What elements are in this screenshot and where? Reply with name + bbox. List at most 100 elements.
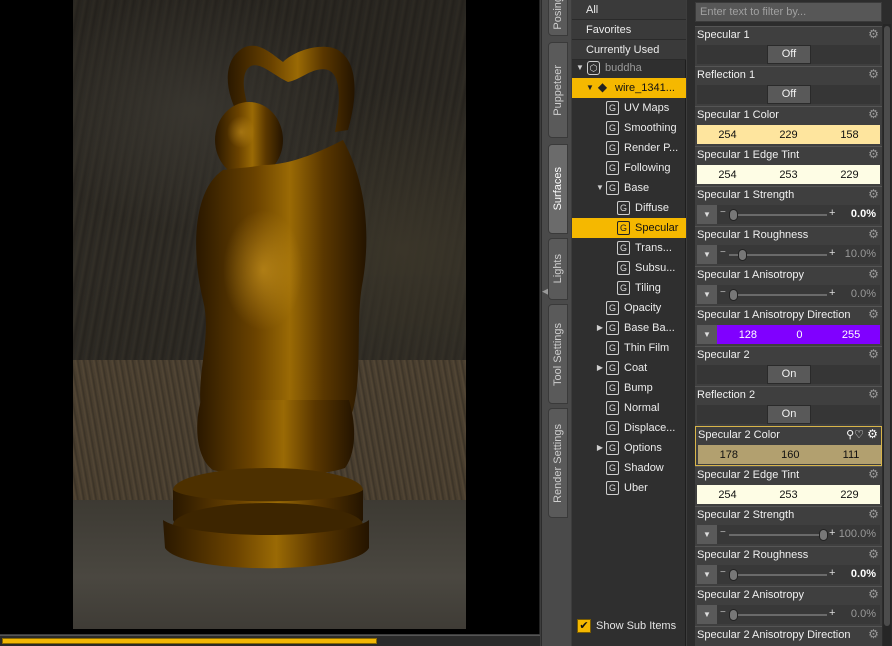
increment-icon[interactable]: + <box>829 247 835 259</box>
tree-node-surface[interactable]: G Following <box>572 158 686 178</box>
gear-icon[interactable]: ⚙ <box>867 588 880 601</box>
slider-value[interactable]: 10.0% <box>845 248 876 260</box>
dropdown-arrow-icon[interactable]: ▼ <box>697 285 717 304</box>
slider[interactable]: ▼ − +100.0% <box>697 525 880 544</box>
tree-node-surface[interactable]: ▶ G Options <box>572 438 686 458</box>
property-reflection-2[interactable]: Reflection 2 ⚙ On <box>695 386 882 426</box>
blue-value[interactable]: 229 <box>840 169 858 181</box>
vector-component-value[interactable]: 0 <box>796 329 802 341</box>
gear-icon[interactable]: ⚙ <box>867 188 880 201</box>
slider-track[interactable] <box>729 209 827 221</box>
tab-posing[interactable]: Posing <box>548 0 568 36</box>
color-swatch[interactable]: 254 253 229 <box>697 165 880 184</box>
tab-lights[interactable]: Lights <box>548 238 568 300</box>
tree-node-surface[interactable]: ▶ G Base Ba... <box>572 318 686 338</box>
collapse-arrow-icon[interactable]: ▼ <box>595 178 605 198</box>
vector-field[interactable]: ▼ 128 0 255 <box>697 325 880 344</box>
color-swatch[interactable]: 254 253 229 <box>697 485 880 504</box>
slider-track[interactable] <box>729 609 827 621</box>
gear-icon[interactable]: ⚙ <box>867 268 880 281</box>
buddha-statue[interactable] <box>73 0 466 629</box>
dropdown-arrow-icon[interactable]: ▼ <box>697 525 717 544</box>
decrement-icon[interactable]: − <box>720 287 726 298</box>
slider-knob[interactable] <box>819 529 828 541</box>
tab-tool-settings[interactable]: Tool Settings <box>548 304 568 404</box>
toggle-button[interactable]: On <box>767 365 811 384</box>
green-value[interactable]: 229 <box>779 129 797 141</box>
gear-icon[interactable]: ⚙ <box>867 508 880 521</box>
slider-knob[interactable] <box>738 249 747 261</box>
tree-node-object-selected[interactable]: ▼ ◆ wire_1341... <box>572 78 686 98</box>
property-specular-2-anisotropy[interactable]: Specular 2 Anisotropy ⚙ ▼ − +0.0% <box>695 586 882 626</box>
green-value[interactable]: 253 <box>779 489 797 501</box>
tree-node-surface[interactable]: G Thin Film <box>572 338 686 358</box>
blue-value[interactable]: 158 <box>840 129 858 141</box>
color-swatch[interactable]: 178 160 111 <box>698 445 881 464</box>
tree-node-surface[interactable]: G Normal <box>572 398 686 418</box>
property-specular-1-anisotropy[interactable]: Specular 1 Anisotropy ⚙ ▼ − +0.0% <box>695 266 882 306</box>
property-reflection-1[interactable]: Reflection 1 ⚙ Off <box>695 66 882 106</box>
increment-icon[interactable]: + <box>829 607 835 619</box>
tree-node-surface[interactable]: G Uber <box>572 478 686 498</box>
decrement-icon[interactable]: − <box>720 567 726 578</box>
tab-surfaces[interactable]: Surfaces <box>548 144 568 234</box>
property-specular-1-anisotropy-direction[interactable]: Specular 1 Anisotropy Direction ⚙ ▼ 128 0 255 <box>695 306 882 346</box>
tree-node-surface[interactable]: G Bump <box>572 378 686 398</box>
category-favorites[interactable]: Favorites <box>572 20 686 40</box>
tree-node-surface[interactable]: G Displace... <box>572 418 686 438</box>
property-specular-2-strength[interactable]: Specular 2 Strength ⚙ ▼ − +100.0% <box>695 506 882 546</box>
decrement-icon[interactable]: − <box>720 607 726 618</box>
gear-icon[interactable]: ⚙ <box>867 308 880 321</box>
slider[interactable]: ▼ − +0.0% <box>697 285 880 304</box>
tree-node-surface[interactable]: G Smoothing <box>572 118 686 138</box>
expand-arrow-icon[interactable]: ▼ <box>585 78 595 98</box>
gear-icon[interactable]: ⚙ <box>867 388 880 401</box>
property-specular-2-color[interactable]: Specular 2 Color ⚲♡ ⚙ 178 160 111 <box>695 426 882 466</box>
slider-value[interactable]: 0.0% <box>851 608 876 620</box>
blue-value[interactable]: 229 <box>840 489 858 501</box>
tree-node-surface[interactable]: G Trans... <box>572 238 686 258</box>
toggle-button[interactable]: Off <box>767 85 811 104</box>
tab-render-settings[interactable]: Render Settings <box>548 408 568 518</box>
decrement-icon[interactable]: − <box>720 527 726 538</box>
tree-node-figure[interactable]: ▼ ⬡ buddha <box>572 58 686 78</box>
green-value[interactable]: 253 <box>779 169 797 181</box>
toggle-button[interactable]: Off <box>767 45 811 64</box>
red-value[interactable]: 178 <box>720 449 738 461</box>
red-value[interactable]: 254 <box>718 129 736 141</box>
tree-node-surface[interactable]: ▼ G Base <box>572 178 686 198</box>
slider-knob[interactable] <box>729 289 738 301</box>
viewport[interactable] <box>0 0 540 634</box>
gear-icon[interactable]: ⚙ <box>867 468 880 481</box>
color-swatch[interactable]: 254 229 158 <box>697 125 880 144</box>
tree-node-surface[interactable]: G Specular <box>572 218 686 238</box>
gear-icon[interactable]: ⚙ <box>867 548 880 561</box>
render-preview[interactable] <box>73 0 466 629</box>
slider-value[interactable]: 100.0% <box>839 528 876 540</box>
property-specular-1[interactable]: Specular 1 ⚙ Off <box>695 26 882 66</box>
property-specular-1-roughness[interactable]: Specular 1 Roughness ⚙ ▼ − +10.0% <box>695 226 882 266</box>
filter-box[interactable] <box>695 2 882 22</box>
gear-icon[interactable]: ⚙ <box>867 628 880 641</box>
expand-arrow-icon[interactable]: ▼ <box>575 58 585 78</box>
red-value[interactable]: 254 <box>718 489 736 501</box>
dropdown-arrow-icon[interactable]: ▼ <box>697 245 717 264</box>
increment-icon[interactable]: + <box>829 287 835 299</box>
slider[interactable]: ▼ − +0.0% <box>697 565 880 584</box>
slider-knob[interactable] <box>729 609 738 621</box>
slider-knob[interactable] <box>729 209 738 221</box>
dropdown-arrow-icon[interactable]: ▼ <box>697 605 717 624</box>
slider-value[interactable]: 0.0% <box>851 568 876 580</box>
gear-icon[interactable]: ⚙ <box>867 108 880 121</box>
property-specular-1-edge-tint[interactable]: Specular 1 Edge Tint ⚙ 254 253 229 <box>695 146 882 186</box>
filter-input[interactable] <box>696 3 881 21</box>
slider-track[interactable] <box>729 529 828 541</box>
slider-value[interactable]: 0.0% <box>851 208 876 220</box>
green-value[interactable]: 160 <box>781 449 799 461</box>
slider[interactable]: ▼ − +10.0% <box>697 245 880 264</box>
red-value[interactable]: 254 <box>718 169 736 181</box>
vector-component-value[interactable]: 255 <box>842 329 860 341</box>
toggle-button[interactable]: On <box>767 405 811 424</box>
tree-node-surface[interactable]: G Subsu... <box>572 258 686 278</box>
property-specular-2-roughness[interactable]: Specular 2 Roughness ⚙ ▼ − +0.0% <box>695 546 882 586</box>
